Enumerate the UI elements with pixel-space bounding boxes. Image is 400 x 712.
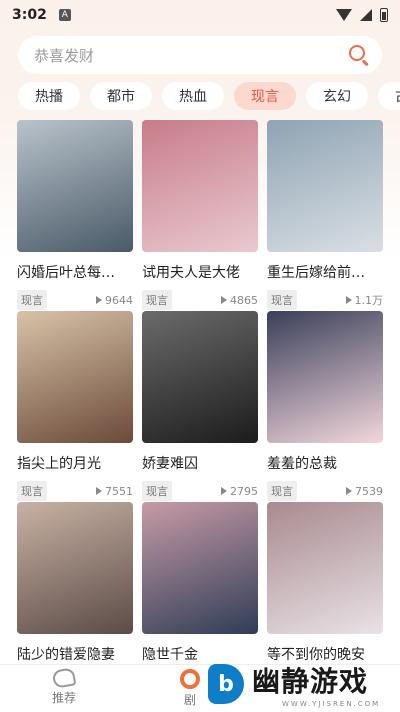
nav-recommend[interactable]: 推荐 — [51, 667, 77, 706]
drama-title[interactable]: 闪婚后叶总每… — [17, 262, 133, 282]
wifi-icon — [336, 9, 352, 21]
tab-action[interactable]: 热血 — [162, 82, 224, 110]
drama-cover[interactable] — [17, 120, 133, 252]
drama-card[interactable]: 试用夫人是大佬 现言 4865 — [142, 120, 258, 311]
tab-hot[interactable]: 热播 — [18, 82, 80, 110]
view-count-value: 7551 — [105, 484, 133, 498]
genre-tag: 现言 — [267, 481, 297, 501]
watermark: b 幽静游戏 WWW.YJISREN.COM — [208, 656, 398, 712]
view-count: 7539 — [346, 485, 383, 498]
tab-fantasy[interactable]: 玄幻 — [306, 82, 368, 110]
genre-tag: 现言 — [267, 290, 297, 310]
drama-title[interactable]: 试用夫人是大佬 — [142, 262, 258, 282]
search-bar[interactable]: 恭喜发财 — [18, 36, 382, 74]
drama-cover[interactable] — [17, 311, 133, 443]
nav-recommend-label: 推荐 — [52, 691, 77, 705]
view-count-value: 4865 — [230, 293, 258, 307]
theater-icon — [180, 669, 200, 689]
drama-cover[interactable] — [142, 120, 258, 252]
drama-title[interactable]: 指尖上的月光 — [17, 453, 133, 473]
watermark-logo: b — [208, 664, 244, 704]
play-icon — [221, 296, 227, 304]
battery-icon — [380, 8, 388, 22]
watermark-text: 幽静游戏 — [252, 665, 369, 698]
play-icon — [346, 487, 352, 495]
status-bar: 3:02 A — [0, 0, 400, 30]
notification-icon: A — [58, 9, 71, 21]
drama-card[interactable]: 指尖上的月光 现言 7551 — [17, 311, 133, 502]
drama-card[interactable]: 羞羞的总裁 现言 7539 — [267, 311, 383, 502]
play-icon — [96, 296, 102, 304]
view-count: 4865 — [221, 294, 258, 307]
view-count-value: 1.1万 — [354, 294, 384, 307]
tab-urban[interactable]: 都市 — [90, 82, 152, 110]
recommend-icon — [51, 667, 77, 689]
nav-theater[interactable]: 剧 — [180, 669, 200, 708]
drama-cover[interactable] — [142, 502, 258, 634]
drama-card[interactable]: 重生后嫁给前… 现言 1.1万 — [267, 120, 383, 311]
genre-tag: 现言 — [142, 290, 172, 310]
drama-cover[interactable] — [267, 120, 383, 252]
search-input[interactable]: 恭喜发财 — [34, 45, 348, 66]
genre-tag: 现言 — [17, 481, 47, 501]
genre-tag: 现言 — [17, 290, 47, 310]
category-tabs: 热播 都市 热血 现言 玄幻 古 — [18, 82, 400, 112]
tab-modern-romance[interactable]: 现言 — [234, 82, 296, 110]
view-count-value: 9644 — [105, 293, 133, 307]
drama-cover[interactable] — [17, 502, 133, 634]
drama-cover[interactable] — [267, 502, 383, 634]
drama-title[interactable]: 羞羞的总裁 — [267, 453, 383, 473]
view-count: 1.1万 — [345, 292, 384, 308]
play-icon — [221, 487, 227, 495]
view-count: 7551 — [96, 485, 133, 498]
view-count: 9644 — [96, 294, 133, 307]
drama-title[interactable]: 陆少的错爱隐妻 — [17, 644, 133, 664]
drama-title[interactable]: 重生后嫁给前… — [267, 262, 383, 282]
drama-grid: 闪婚后叶总每… 现言 9644 试用夫人是大佬 现言 4865 重生后嫁给前… 现言… — [17, 120, 385, 693]
status-icons — [336, 8, 388, 22]
search-icon[interactable] — [348, 44, 370, 67]
signal-icon — [360, 9, 372, 21]
nav-theater-label: 剧 — [183, 693, 196, 707]
play-icon — [96, 487, 102, 495]
watermark-url: WWW.YJISREN.COM — [282, 700, 381, 708]
play-icon — [345, 296, 352, 304]
drama-title[interactable]: 娇妻难囚 — [142, 453, 258, 473]
drama-cover[interactable] — [267, 311, 383, 443]
tab-ancient[interactable]: 古 — [378, 82, 400, 110]
view-count-value: 7539 — [355, 484, 383, 498]
drama-card[interactable]: 娇妻难囚 现言 2795 — [142, 311, 258, 502]
status-time: 3:02 — [12, 7, 47, 23]
drama-card[interactable]: 闪婚后叶总每… 现言 9644 — [17, 120, 133, 311]
drama-cover[interactable] — [142, 311, 258, 443]
view-count-value: 2795 — [230, 484, 258, 498]
genre-tag: 现言 — [142, 481, 172, 501]
view-count: 2795 — [221, 485, 258, 498]
